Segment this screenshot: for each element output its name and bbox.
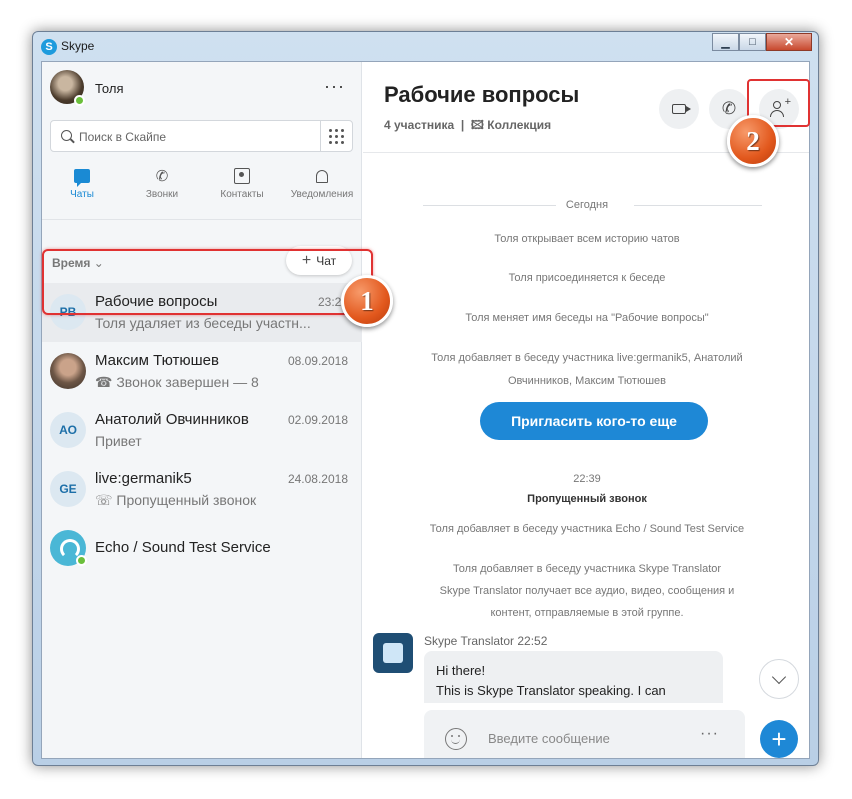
chat-name: Анатолий Овчинников — [95, 411, 249, 428]
dialpad-icon[interactable] — [320, 121, 352, 151]
nav-tabs: Чаты ✆ Звонки Контакты Уведомления — [42, 165, 362, 211]
system-message: Толя меняет имя беседы на "Рабочие вопро… — [465, 312, 709, 324]
chat-preview: ☎ Звонок завершен — 8 — [95, 374, 259, 390]
chat-name: Echo / Sound Test Service — [95, 539, 271, 556]
avatar — [50, 353, 86, 389]
chat-preview: Привет — [95, 433, 142, 449]
profile-name[interactable]: Толя — [95, 81, 124, 96]
participants-count[interactable]: 4 участника — [384, 118, 454, 132]
search-icon — [61, 130, 72, 141]
tab-label: Уведомления — [290, 189, 354, 200]
conversation-subtitle: 4 участника | 🖾 Коллекция — [384, 116, 551, 137]
system-message: Овчинников, Максим Тютюшев — [507, 375, 666, 387]
chat-icon — [74, 169, 90, 187]
chat-name: Максим Тютюшев — [95, 352, 219, 369]
message-line: Hi there! — [436, 663, 486, 678]
search-box[interactable]: Поиск в Скайпе — [50, 120, 353, 152]
chat-name: live:germanik5 — [95, 470, 192, 487]
window-controls: ▁ □ ✕ — [712, 33, 812, 51]
system-message: Толя присоединяется к беседе — [508, 272, 666, 284]
skype-logo-icon: S — [41, 39, 57, 55]
tab-calls[interactable]: ✆ Звонки — [122, 165, 202, 211]
conversation-pane: Рабочие вопросы 4 участника | 🖾 Коллекци… — [363, 62, 809, 758]
chat-preview: Толя удаляет из беседы участн... — [95, 315, 311, 331]
online-status-icon — [76, 555, 87, 566]
sidebar: Толя ··· Поиск в Скайпе Чаты ✆ Звонки Ко… — [42, 62, 362, 758]
system-message: контент, отправляемые в этой группе. — [490, 607, 684, 619]
more-options-button[interactable]: ··· — [324, 76, 345, 97]
maximize-button[interactable]: □ — [739, 33, 766, 51]
invite-button[interactable]: Пригласить кого-то еще — [480, 402, 708, 440]
chat-preview: ☏ Пропущенный звонок — [95, 492, 257, 508]
emoji-icon[interactable] — [445, 728, 467, 750]
tab-label: Контакты — [220, 189, 264, 200]
skype-window: S Skype ▁ □ ✕ Толя ··· Поиск в Скайпе Ча… — [32, 31, 819, 766]
title-bar: S Skype ▁ □ ✕ — [33, 32, 818, 61]
scroll-down-button[interactable] — [759, 659, 799, 699]
chat-item-maxim[interactable]: Максим Тютюшев 08.09.2018 ☎ Звонок завер… — [42, 342, 362, 401]
chevron-down-icon — [771, 669, 787, 685]
online-status-icon — [74, 95, 85, 106]
system-message: Толя добавляет в беседу участника Skype … — [452, 563, 722, 575]
phone-icon: ✆ — [155, 168, 169, 185]
phone-icon: ✆ — [721, 99, 737, 118]
tab-label: Чаты — [70, 189, 94, 200]
window-title: Skype — [61, 39, 95, 53]
close-button[interactable]: ✕ — [766, 33, 812, 51]
highlight-chat-item — [42, 249, 373, 315]
video-camera-icon — [672, 104, 691, 114]
avatar: GE — [50, 471, 86, 507]
chat-time: 02.09.2018 — [287, 413, 348, 427]
missed-call-notice: Пропущенный звонок — [527, 493, 647, 505]
contacts-icon — [234, 168, 250, 184]
bell-icon — [316, 169, 328, 183]
chat-item-germanik[interactable]: GE live:germanik5 24.08.2018 ☏ Пропущенн… — [42, 460, 362, 519]
chat-list: РВ Рабочие вопросы 23:22 Толя удаляет из… — [42, 283, 362, 578]
gallery-link[interactable]: 🖾 Коллекция — [471, 118, 551, 132]
system-message: Толя добавляет в беседу участника Echo /… — [429, 523, 745, 535]
system-message: Толя добавляет в беседу участника live:g… — [431, 352, 743, 364]
message-input[interactable]: Введите сообщение — [488, 731, 610, 746]
separator: | — [460, 118, 465, 132]
step-badge-2: 2 — [727, 115, 779, 167]
message-bubble[interactable]: Hi there! This is Skype Translator speak… — [424, 651, 723, 703]
chat-item-anatoly[interactable]: АО Анатолий Овчинников 02.09.2018 Привет — [42, 401, 362, 460]
video-call-button[interactable] — [659, 89, 699, 129]
system-message: Толя открывает всем историю чатов — [494, 233, 680, 245]
tab-label: Звонки — [145, 189, 179, 200]
chat-time: 24.08.2018 — [287, 472, 348, 486]
add-content-button[interactable]: + — [760, 720, 798, 758]
message-sender: Skype Translator 22:52 — [424, 634, 548, 648]
tab-notifications[interactable]: Уведомления — [282, 165, 362, 211]
message-line: This is Skype Translator speaking. I can — [436, 683, 666, 698]
system-message: Skype Translator получает все аудио, вид… — [439, 585, 735, 597]
message-time: 22:39 — [573, 473, 601, 485]
step-badge-1: 1 — [341, 275, 393, 327]
composer-more-button[interactable]: ··· — [700, 725, 719, 743]
conversation-title[interactable]: Рабочие вопросы — [384, 82, 579, 108]
chat-item-echo[interactable]: Echo / Sound Test Service — [42, 519, 362, 578]
tab-chats[interactable]: Чаты — [42, 165, 122, 211]
minimize-button[interactable]: ▁ — [712, 33, 739, 51]
divider — [42, 219, 362, 220]
client-area: Толя ··· Поиск в Скайпе Чаты ✆ Звонки Ко… — [41, 61, 810, 759]
day-separator: Сегодня — [565, 199, 609, 211]
message-composer: Введите сообщение ··· — [424, 710, 745, 758]
chat-time: 08.09.2018 — [287, 354, 348, 368]
search-input[interactable]: Поиск в Скайпе — [79, 130, 166, 144]
tab-contacts[interactable]: Контакты — [202, 165, 282, 211]
avatar: АО — [50, 412, 86, 448]
translator-bot-avatar[interactable] — [373, 633, 413, 673]
